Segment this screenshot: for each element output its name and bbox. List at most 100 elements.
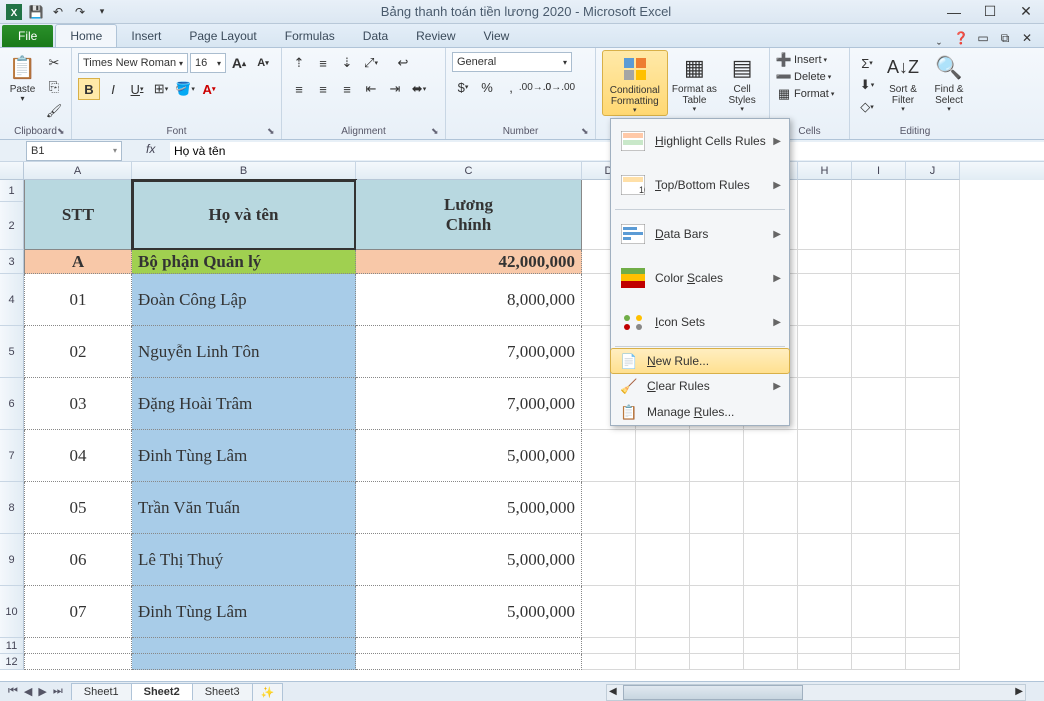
cell[interactable] — [798, 326, 852, 378]
cell[interactable] — [132, 638, 356, 654]
tab-review[interactable]: Review — [402, 25, 469, 47]
sheet-nav-prev-icon[interactable]: ◀ — [22, 685, 34, 698]
merge-center-icon[interactable]: ⬌▾ — [408, 78, 430, 100]
horizontal-scrollbar[interactable]: ◀ ▶ — [606, 684, 1026, 701]
window-restore-icon[interactable]: ⧉ — [996, 29, 1014, 47]
row-header[interactable]: 11 — [0, 638, 24, 654]
font-color-button[interactable]: A▾ — [198, 78, 220, 100]
cell[interactable] — [906, 378, 960, 430]
tab-view[interactable]: View — [470, 25, 524, 47]
insert-cells-button[interactable]: ➕Insert ▾ — [776, 52, 827, 68]
align-center-icon[interactable]: ≡ — [312, 78, 334, 100]
cell[interactable] — [636, 654, 690, 670]
fx-button[interactable]: fx — [146, 142, 164, 160]
cell[interactable]: 06 — [24, 534, 132, 586]
minimize-button[interactable]: — — [940, 3, 968, 21]
sheet-tab-3[interactable]: Sheet3 — [192, 683, 253, 700]
menu-highlight-cells-rules[interactable]: Highlight Cells Rules ▶ — [611, 119, 789, 163]
cell[interactable] — [852, 250, 906, 274]
cell[interactable]: 02 — [24, 326, 132, 378]
menu-icon-sets[interactable]: Icon Sets ▶ — [611, 300, 789, 344]
cell[interactable] — [798, 274, 852, 326]
maximize-button[interactable]: ☐ — [976, 3, 1004, 21]
tab-formulas[interactable]: Formulas — [271, 25, 349, 47]
cell[interactable] — [906, 586, 960, 638]
sort-filter-button[interactable]: A↓Z Sort & Filter▾ — [882, 50, 924, 114]
clear-icon[interactable]: ◇▾ — [856, 96, 878, 118]
redo-icon[interactable]: ↷ — [70, 2, 90, 22]
cell[interactable] — [582, 654, 636, 670]
cell[interactable]: 5,000,000 — [356, 430, 582, 482]
cell[interactable]: Bộ phận Quản lý — [132, 250, 356, 274]
orientation-icon[interactable]: ⤢▾ — [360, 52, 382, 74]
alignment-expand-icon[interactable]: ⬊ — [431, 126, 443, 138]
underline-button[interactable]: U▾ — [126, 78, 148, 100]
menu-color-scales[interactable]: Color Scales ▶ — [611, 256, 789, 300]
cell[interactable] — [798, 638, 852, 654]
cell[interactable] — [744, 534, 798, 586]
delete-cells-button[interactable]: ➖Delete ▾ — [776, 69, 831, 85]
cell[interactable]: 03 — [24, 378, 132, 430]
cell[interactable]: Đinh Tùng Lâm — [132, 586, 356, 638]
cell[interactable] — [636, 638, 690, 654]
row-header[interactable]: 6 — [0, 378, 24, 430]
cell[interactable] — [906, 274, 960, 326]
cell[interactable]: Họ và tên — [132, 180, 356, 250]
cell[interactable]: Đoàn Công Lập — [132, 274, 356, 326]
sheet-nav-last-icon[interactable]: ⏭ — [51, 685, 65, 698]
cell[interactable] — [852, 654, 906, 670]
cell[interactable] — [906, 180, 960, 250]
row-header[interactable]: 10 — [0, 586, 24, 638]
name-box[interactable]: B1▾ — [26, 141, 122, 161]
fill-icon[interactable]: ⬇▾ — [856, 74, 878, 96]
number-expand-icon[interactable]: ⬊ — [581, 126, 593, 138]
align-right-icon[interactable]: ≡ — [336, 78, 358, 100]
accounting-format-icon[interactable]: $▾ — [452, 76, 474, 98]
cell[interactable]: 7,000,000 — [356, 378, 582, 430]
cell[interactable] — [690, 534, 744, 586]
font-name-combo[interactable]: Times New Roman▾ — [78, 53, 188, 73]
format-as-table-button[interactable]: ▦ Format as Table▾ — [672, 50, 718, 114]
cell[interactable] — [582, 638, 636, 654]
cell[interactable] — [852, 586, 906, 638]
ribbon-minimize-icon[interactable]: ˬ — [930, 29, 948, 47]
cell[interactable] — [690, 638, 744, 654]
cell[interactable]: A — [24, 250, 132, 274]
increase-indent-icon[interactable]: ⇥ — [384, 78, 406, 100]
cell[interactable]: 05 — [24, 482, 132, 534]
copy-icon[interactable]: ⎘ — [43, 76, 65, 98]
cell[interactable] — [24, 654, 132, 670]
row-header[interactable]: 8 — [0, 482, 24, 534]
cell[interactable]: 04 — [24, 430, 132, 482]
tab-file[interactable]: File — [2, 25, 53, 47]
cell[interactable]: LươngChính — [356, 180, 582, 250]
cell[interactable] — [906, 654, 960, 670]
cell[interactable]: 5,000,000 — [356, 482, 582, 534]
cell[interactable] — [690, 654, 744, 670]
menu-clear-rules[interactable]: 🧹 Clear Rules ▶ — [611, 373, 789, 399]
cell[interactable]: Đặng Hoài Trâm — [132, 378, 356, 430]
row-header[interactable]: 5 — [0, 326, 24, 378]
cell[interactable] — [906, 326, 960, 378]
menu-top-bottom-rules[interactable]: 10 Top/Bottom Rules ▶ — [611, 163, 789, 207]
row-header[interactable]: 4 — [0, 274, 24, 326]
sheet-nav-first-icon[interactable]: ⏮ — [6, 685, 20, 698]
cell[interactable] — [356, 638, 582, 654]
fill-color-button[interactable]: 🪣▾ — [174, 78, 196, 100]
format-painter-icon[interactable]: 🖌 — [43, 100, 65, 122]
menu-manage-rules[interactable]: 📋 Manage Rules... — [611, 399, 789, 425]
cell[interactable] — [852, 326, 906, 378]
cell[interactable] — [798, 378, 852, 430]
cell[interactable] — [852, 378, 906, 430]
format-cells-button[interactable]: ▦Format ▾ — [776, 86, 834, 102]
decrease-decimal-icon[interactable]: .0→.00 — [548, 76, 570, 98]
cell[interactable] — [798, 586, 852, 638]
help-icon[interactable]: ❓ — [952, 29, 970, 47]
save-icon[interactable]: 💾 — [26, 2, 46, 22]
cell[interactable] — [798, 654, 852, 670]
cell[interactable] — [24, 638, 132, 654]
tab-insert[interactable]: Insert — [117, 25, 175, 47]
cell[interactable] — [852, 274, 906, 326]
menu-data-bars[interactable]: Data Bars ▶ — [611, 212, 789, 256]
row-header[interactable]: 2 — [0, 202, 24, 250]
